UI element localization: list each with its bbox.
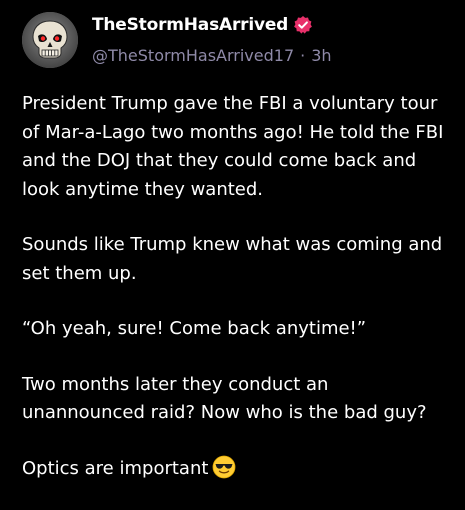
post-paragraph: Two months later they conduct an unannou… [22,373,427,424]
handle[interactable]: @TheStormHasArrived17 [92,46,294,65]
post-body: President Trump gave the FBI a voluntary… [22,90,452,510]
timestamp[interactable]: 3h [311,46,331,65]
post-paragraph: “Oh yeah, sure! Come back anytime!” [22,318,367,339]
sunglasses-emoji-icon [212,455,236,479]
punisher-skull-avatar-icon [22,12,78,68]
meta-row: @TheStormHasArrived17 · 3h [92,44,332,66]
avatar[interactable] [22,12,78,68]
post-paragraph-text: Optics are important [22,457,209,479]
post-card: TheStormHasArrived @TheStormHasArrived17… [0,0,465,500]
verified-badge-icon [293,15,313,35]
post-paragraph: President Trump gave the FBI a voluntary… [22,93,444,200]
post-header: TheStormHasArrived @TheStormHasArrived17… [22,12,332,68]
display-name[interactable]: TheStormHasArrived [92,15,288,35]
author-identity: TheStormHasArrived @TheStormHasArrived17… [92,13,332,66]
meta-separator: · [300,45,306,65]
post-paragraph: Sounds like Trump knew what was coming a… [22,234,443,284]
post-paragraph-last: Optics are important [22,455,452,484]
name-row: TheStormHasArrived [92,13,332,37]
